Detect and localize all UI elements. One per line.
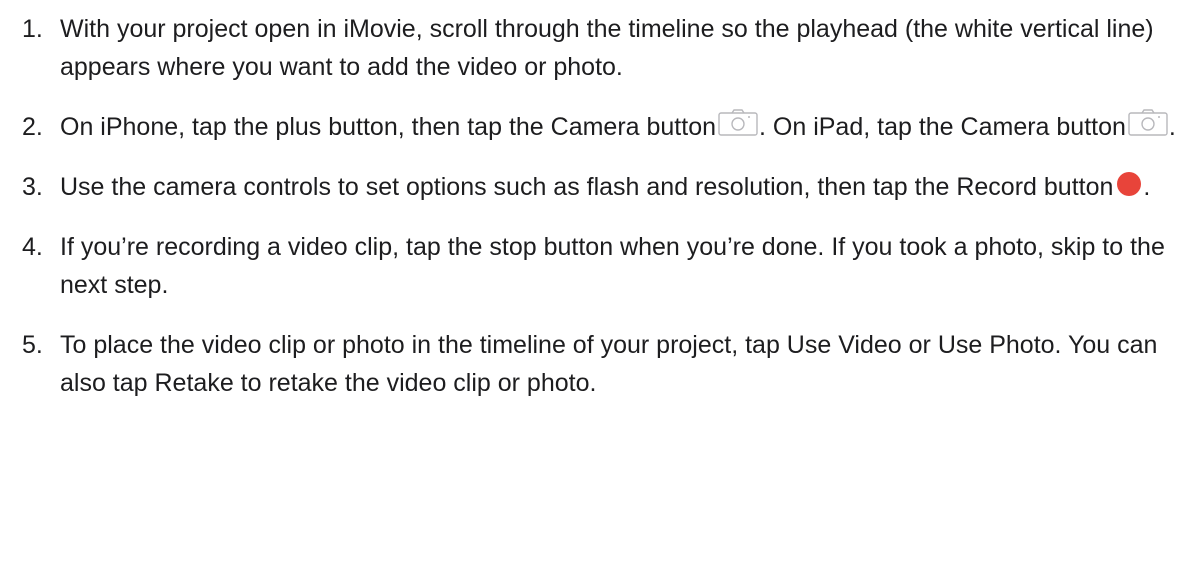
step-number: 1. bbox=[22, 15, 43, 43]
step-2: 2. On iPhone, tap the plus button, then … bbox=[0, 108, 1204, 146]
step-4: 4. If you’re recording a video clip, tap… bbox=[0, 228, 1204, 304]
step-text: . bbox=[1143, 173, 1151, 201]
step-number: 4. bbox=[22, 233, 43, 261]
step-text: . On iPad, tap the Camera button bbox=[759, 113, 1126, 141]
camera-icon bbox=[1128, 109, 1168, 136]
step-text: . bbox=[1168, 113, 1176, 141]
step-number: 5. bbox=[22, 331, 43, 359]
step-text: On iPhone, tap the plus button, then tap… bbox=[60, 113, 717, 141]
step-text: With your project open in iMovie, scroll… bbox=[60, 15, 1154, 81]
camera-icon bbox=[718, 109, 758, 136]
record-icon bbox=[1117, 172, 1142, 196]
step-1: 1. With your project open in iMovie, scr… bbox=[0, 0, 1204, 86]
step-number: 2. bbox=[22, 113, 43, 141]
instruction-list: 1. With your project open in iMovie, scr… bbox=[0, 0, 1204, 424]
step-3: 3. Use the camera controls to set option… bbox=[0, 168, 1204, 206]
step-text: To place the video clip or photo in the … bbox=[60, 331, 1158, 397]
step-text: If you’re recording a video clip, tap th… bbox=[60, 233, 1165, 299]
step-number: 3. bbox=[22, 173, 43, 201]
step-5: 5. To place the video clip or photo in t… bbox=[0, 326, 1204, 402]
step-text: Use the camera controls to set options s… bbox=[60, 173, 1114, 201]
